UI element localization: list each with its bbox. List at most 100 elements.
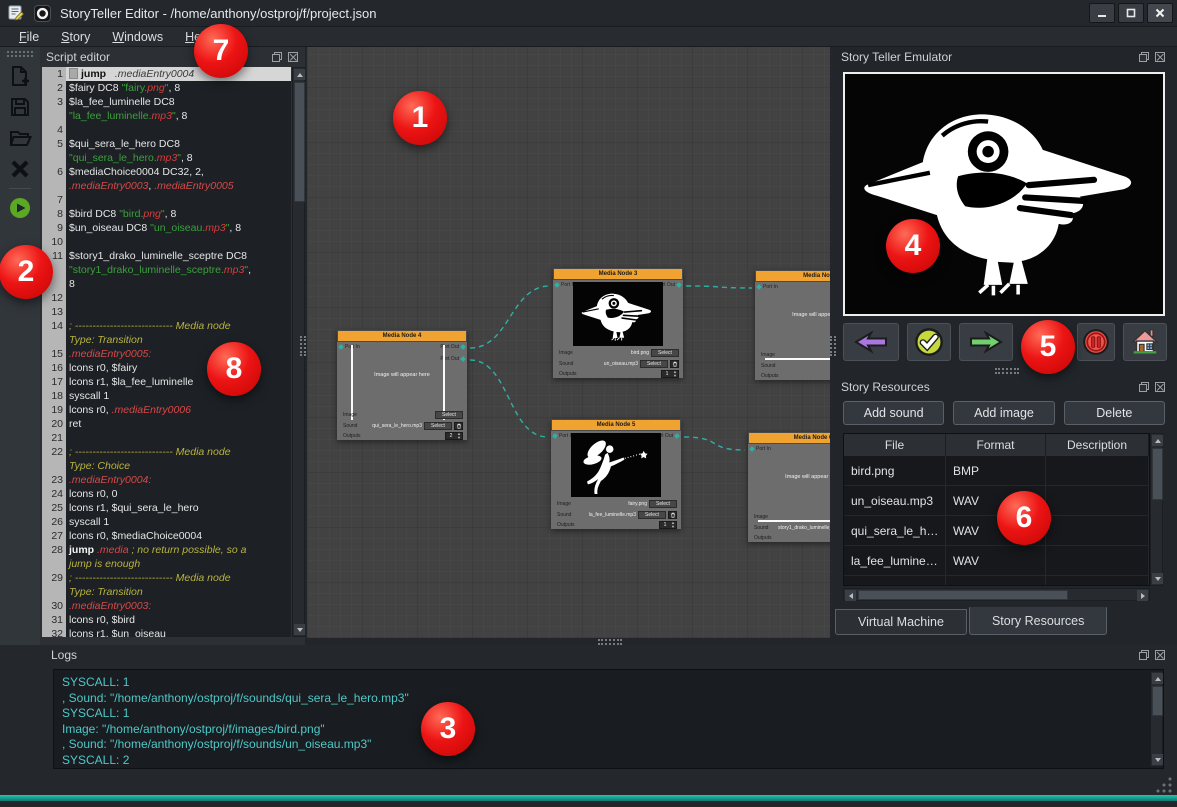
code-line[interactable]: 19lcons r0, .mediaEntry0006 xyxy=(42,403,291,417)
new-file-icon[interactable] xyxy=(6,63,34,89)
code-line[interactable]: 22; ---------------------------- Media n… xyxy=(42,445,291,459)
outputs-spinner[interactable]: 2▲▼ xyxy=(445,432,463,440)
code-line[interactable]: 8 xyxy=(42,277,291,291)
code-line[interactable]: jump is enough xyxy=(42,557,291,571)
select-button[interactable]: Select xyxy=(424,422,452,430)
media-node[interactable]: Media Node 5Port InPort OutImagefairy.pn… xyxy=(551,419,681,529)
code-line[interactable]: "story1_drako_luminelle_sceptre.mp3", xyxy=(42,263,291,277)
code-line[interactable]: 4 xyxy=(42,123,291,137)
select-button[interactable]: Select xyxy=(649,500,677,508)
outputs-spinner[interactable]: 1▲▼ xyxy=(661,370,679,378)
scroll-up-icon[interactable] xyxy=(1152,435,1163,446)
toolbar-drag-handle[interactable] xyxy=(7,51,33,57)
code-line[interactable]: Type: Transition xyxy=(42,333,291,347)
node-graph-canvas[interactable]: Media Node 4Port InPort OutPort OutImage… xyxy=(307,47,830,638)
menu-item-file[interactable]: File xyxy=(10,29,48,45)
code-line[interactable]: 26syscall 1 xyxy=(42,515,291,529)
table-row[interactable]: un_oiseau.mp3WAV xyxy=(844,486,1149,516)
code-line[interactable]: 13 xyxy=(42,305,291,319)
tab-story-resources[interactable]: Story Resources xyxy=(969,607,1107,635)
close-panel-icon[interactable] xyxy=(1153,381,1166,394)
node-title[interactable]: Media Node 6 xyxy=(748,432,830,444)
code-line[interactable]: 18syscall 1 xyxy=(42,389,291,403)
code-line[interactable]: 14; ---------------------------- Media n… xyxy=(42,319,291,333)
code-line[interactable]: 9$un_oiseau DC8 "un_oiseau.mp3", 8 xyxy=(42,221,291,235)
code-line[interactable]: 11$story1_drako_luminelle_sceptre DC8 xyxy=(42,249,291,263)
media-node[interactable]: Media Node 4Port InPort OutPort OutImage… xyxy=(337,330,467,440)
menu-item-windows[interactable]: Windows xyxy=(103,29,172,45)
code-line[interactable]: 3$la_fee_luminelle DC8 xyxy=(42,95,291,109)
code-line[interactable]: 12 xyxy=(42,291,291,305)
code-line[interactable]: 1jump .mediaEntry0004 xyxy=(42,67,291,81)
table-row[interactable]: bird.pngBMP xyxy=(844,456,1149,486)
close-panel-icon[interactable] xyxy=(1153,649,1166,662)
float-panel-icon[interactable] xyxy=(1137,51,1150,64)
scroll-right-icon[interactable] xyxy=(1137,590,1148,601)
code-line[interactable]: 25lcons r1, $qui_sera_le_hero xyxy=(42,501,291,515)
code-line[interactable]: 20ret xyxy=(42,417,291,431)
scroll-up-icon[interactable] xyxy=(294,69,305,80)
table-header-row[interactable]: FileFormatDescription xyxy=(844,434,1149,456)
logs-vertical-scrollbar[interactable] xyxy=(1150,671,1163,767)
media-node[interactable]: Media NodePort InImage will appear hereI… xyxy=(755,270,830,380)
scroll-down-icon[interactable] xyxy=(294,624,305,635)
column-header-format[interactable]: Format xyxy=(946,434,1046,456)
close-button[interactable] xyxy=(1147,3,1173,23)
maximize-button[interactable] xyxy=(1118,3,1144,23)
column-header-description[interactable]: Description xyxy=(1046,434,1149,456)
select-button[interactable]: Select xyxy=(435,411,463,419)
scroll-down-icon[interactable] xyxy=(1152,573,1163,584)
menu-item-story[interactable]: Story xyxy=(52,29,99,45)
code-line[interactable]: 21 xyxy=(42,431,291,445)
controls-splitter-handle[interactable] xyxy=(995,368,1019,374)
trash-icon[interactable] xyxy=(668,511,677,519)
scroll-left-icon[interactable] xyxy=(845,590,856,601)
pause-button[interactable] xyxy=(1077,323,1115,361)
save-icon[interactable] xyxy=(6,94,34,120)
code-line[interactable]: 29; ---------------------------- Media n… xyxy=(42,571,291,585)
code-line[interactable]: "qui_sera_le_hero.mp3", 8 xyxy=(42,151,291,165)
code-line[interactable]: 30.mediaEntry0003: xyxy=(42,599,291,613)
forward-button[interactable] xyxy=(959,323,1013,361)
code-line[interactable]: 27lcons r0, $mediaChoice0004 xyxy=(42,529,291,543)
select-button[interactable]: Select xyxy=(640,360,668,368)
code-line[interactable]: 31lcons r0, $bird xyxy=(42,613,291,627)
scroll-down-icon[interactable] xyxy=(1152,754,1163,765)
code-line[interactable]: 24lcons r0, 0 xyxy=(42,487,291,501)
float-panel-icon[interactable] xyxy=(1137,381,1150,394)
home-button[interactable] xyxy=(1123,323,1167,361)
column-header-file[interactable]: File xyxy=(844,434,946,456)
node-title[interactable]: Media Node 5 xyxy=(551,419,681,431)
minimize-button[interactable] xyxy=(1089,3,1115,23)
node-title[interactable]: Media Node xyxy=(755,270,830,282)
float-panel-icon[interactable] xyxy=(1137,649,1150,662)
code-line[interactable]: 10 xyxy=(42,235,291,249)
code-line[interactable]: 28jump .media ; no return possible, so a xyxy=(42,543,291,557)
window-resize-grip[interactable] xyxy=(1156,777,1172,793)
left-splitter-handle[interactable] xyxy=(300,336,306,356)
delete-button[interactable]: Delete xyxy=(1064,401,1165,425)
table-row[interactable]: fairy.pngBMP xyxy=(844,576,1149,586)
code-line[interactable]: "la_fee_luminelle.mp3", 8 xyxy=(42,109,291,123)
back-button[interactable] xyxy=(843,323,899,361)
run-icon[interactable] xyxy=(6,195,34,221)
add-image-button[interactable]: Add image xyxy=(953,401,1054,425)
table-row[interactable]: la_fee_lumine…WAV xyxy=(844,546,1149,576)
code-line[interactable]: 5$qui_sera_le_hero DC8 xyxy=(42,137,291,151)
trash-icon[interactable] xyxy=(454,422,463,430)
select-button[interactable]: Select xyxy=(651,349,679,357)
add-sound-button[interactable]: Add sound xyxy=(843,401,944,425)
trash-icon[interactable] xyxy=(670,360,679,368)
tab-virtual-machine[interactable]: Virtual Machine xyxy=(835,609,967,635)
code-line[interactable]: 23.mediaEntry0004: xyxy=(42,473,291,487)
select-button[interactable]: Select xyxy=(638,511,666,519)
code-line[interactable]: 7 xyxy=(42,193,291,207)
outputs-spinner[interactable]: 1▲▼ xyxy=(659,521,677,529)
code-line[interactable]: 32lcons r1, $un_oiseau xyxy=(42,627,291,637)
close-panel-icon[interactable] xyxy=(1153,51,1166,64)
code-line[interactable]: Type: Choice xyxy=(42,459,291,473)
code-line[interactable]: 2$fairy DC8 "fairy.png", 8 xyxy=(42,81,291,95)
validate-button[interactable] xyxy=(907,323,951,361)
table-horizontal-scrollbar[interactable] xyxy=(843,588,1150,601)
close-panel-icon[interactable] xyxy=(286,51,299,64)
